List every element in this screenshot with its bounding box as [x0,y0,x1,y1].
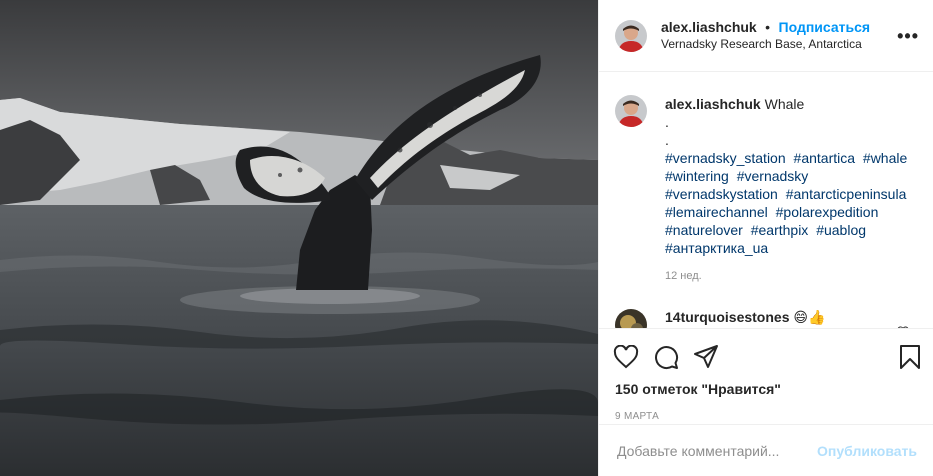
post-header: alex.liashchuk • Подписаться Vernadsky R… [599,0,933,72]
whale-tail-image [0,0,598,476]
caption-text: Whale [764,96,805,112]
author-username[interactable]: alex.liashchuk [661,19,757,35]
likes-count[interactable]: 150 отметок "Нравится" [599,377,933,397]
hashtag-link[interactable]: #lemairechannel [665,204,768,220]
publish-button[interactable]: Опубликовать [817,443,917,459]
hashtag-link[interactable]: #whale [863,150,907,166]
commenter-avatar[interactable] [615,309,647,328]
share-icon[interactable] [693,344,719,370]
comment-username[interactable]: 14turquoisestones [665,309,789,325]
hashtag-link[interactable]: #antartica [794,150,855,166]
caption-username[interactable]: alex.liashchuk [665,96,761,112]
comments-list[interactable]: alex.liashchuk Whale . . #vernadsky_stat… [599,73,933,328]
heart-icon[interactable] [613,345,639,369]
hashtag-link[interactable]: #naturelover [665,222,743,238]
caption-dot: . [665,114,669,130]
post-actions: 150 отметок "Нравится" 9 МАРТА [599,328,933,425]
caption-avatar[interactable] [615,95,647,127]
post-date[interactable]: 9 МАРТА [599,397,933,422]
author-info: alex.liashchuk • Подписаться Vernadsky R… [661,19,870,52]
hashtag-link[interactable]: #vernadsky [737,168,809,184]
caption-body: alex.liashchuk Whale . . #vernadsky_stat… [665,95,915,285]
instagram-post: alex.liashchuk • Подписаться Vernadsky R… [0,0,933,476]
hashtag-link[interactable]: #vernadskystation [665,186,778,202]
hashtag-link[interactable]: #polarexpedition [776,204,879,220]
separator-dot: • [765,19,771,35]
avatar-image [615,19,647,52]
hashtag-link[interactable]: #wintering [665,168,729,184]
avatar[interactable] [615,19,647,52]
location-link[interactable]: Vernadsky Research Base, Antarctica [661,36,870,52]
hashtag-link[interactable]: #vernadsky_station [665,150,786,166]
hashtag-link[interactable]: #earthpix [751,222,809,238]
hashtag-link[interactable]: #антарктика_ua [665,240,768,256]
more-options-icon[interactable]: ••• [897,26,919,47]
hashtag-link[interactable]: #antarcticpeninsula [786,186,907,202]
comment-emoji: 😄👍 [793,309,826,325]
post-side-panel: alex.liashchuk • Подписаться Vernadsky R… [598,0,933,476]
add-comment-bar: Опубликовать [599,424,933,476]
avatar-image [615,95,647,127]
caption-time[interactable]: 12 нед. [665,267,915,285]
caption-dot: . [665,132,669,148]
follow-button[interactable]: Подписаться [779,19,871,35]
caption: alex.liashchuk Whale . . #vernadsky_stat… [599,73,933,285]
comment-icon[interactable] [653,344,679,370]
comment-item: 14turquoisestones 😄👍 [599,285,933,328]
hashtag-link[interactable]: #uablog [816,222,866,238]
post-photo[interactable] [0,0,598,476]
hashtag-list: #vernadsky_station #antartica #whale #wi… [665,149,915,257]
comment-body: 14turquoisestones 😄👍 [665,309,825,326]
bookmark-icon[interactable] [899,344,921,370]
action-icons [599,329,933,377]
comment-input[interactable] [615,441,818,460]
avatar-image [615,309,647,328]
